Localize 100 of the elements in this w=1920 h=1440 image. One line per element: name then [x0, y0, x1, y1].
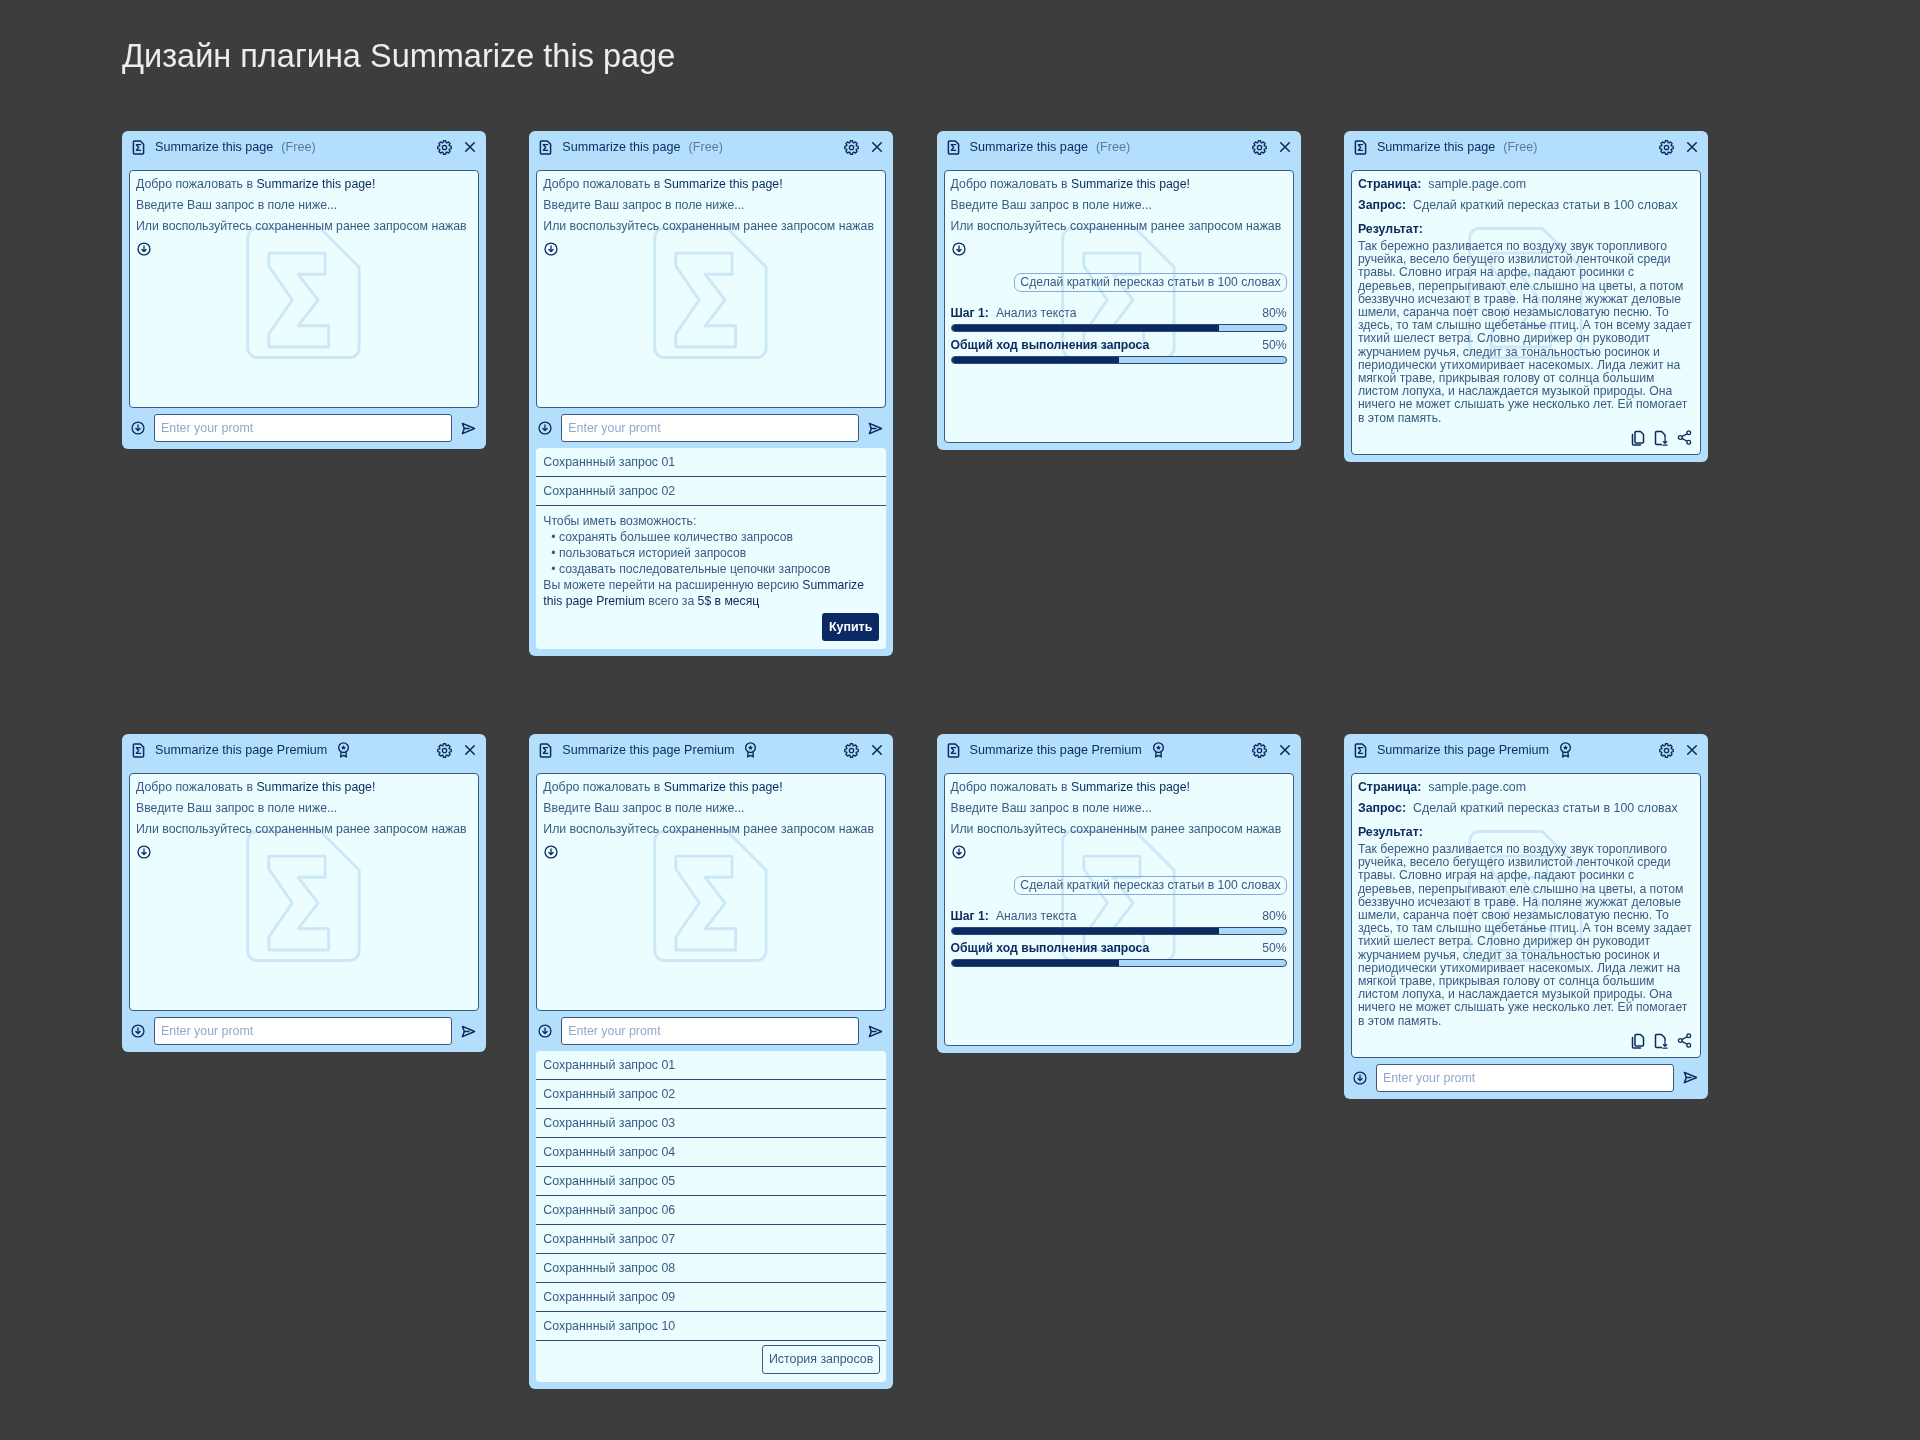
progress-reading: 50% — [1262, 337, 1287, 353]
arrow-down-circle-icon — [951, 845, 966, 859]
promo-intro: Чтобы иметь возможность: — [543, 513, 698, 529]
saved-request-item[interactable]: Сохраннный запрос 02 — [536, 477, 887, 506]
sent-request: Сделай краткий пересказ статьи в 100 словах — [1014, 273, 1287, 292]
close-icon[interactable] — [1278, 141, 1291, 153]
welcome-text: Введите Ваш запрос в поле ниже... — [543, 197, 746, 214]
share-icon[interactable] — [1676, 1032, 1692, 1048]
saved-request-item[interactable]: Сохраннный запрос 09 — [536, 1283, 887, 1312]
close-icon[interactable] — [871, 744, 884, 756]
close-icon[interactable] — [464, 744, 476, 756]
progress-reading: 80% — [1262, 305, 1287, 321]
welcome-text: Добро пожаловать в Summarize this page! — [950, 176, 1191, 193]
close-icon[interactable] — [464, 141, 476, 153]
welcome-text: Введите Ваш запрос в поле ниже... — [950, 197, 1153, 214]
sigma-document-icon — [946, 742, 960, 758]
arrow-down-circle-icon[interactable] — [538, 1024, 553, 1038]
file-download-icon[interactable] — [1653, 1032, 1668, 1049]
send-icon[interactable] — [868, 1024, 884, 1038]
prompt-input[interactable]: Enter your promt — [154, 1017, 452, 1045]
arrow-down-circle-icon — [544, 242, 559, 256]
send-icon[interactable] — [1682, 1071, 1698, 1085]
welcome-text: Введите Ваш запрос в поле ниже... — [136, 800, 339, 817]
file-download-icon[interactable] — [1653, 429, 1668, 446]
step-label: Шаг 1: — [950, 908, 989, 924]
result-text: Так бережно разливается по воздуху звук торопливого ручейка, весело бегущего извилистой ленточкой среди травы. Словно играя на арфе, падают росинки с деревьев, перепрыгивают еле слышно на цветы, а потом беззвучно исчезают в траве. На поляне жужжат деловые шмели, саранча поет свою незамысловатую песню. То здесь, то там слышно щебетанье птиц. А тон всему задает тихий шелест ветра. Словно дирижер он руководит журчанием ручья, следит за тональностью росинок и периодически утихомиривает насекомых. Лида лежит на мягкой траве, прикрывая голову от солнца большим листом лопуха, и наслаждается музыкой природы. Она ничего не может слышать уже несколько лет. Ей помогает в этом память. — [1357, 240, 1693, 425]
arrow-down-circle-icon[interactable] — [131, 1024, 145, 1038]
welcome-text: Добро пожаловать в Summarize this page! — [543, 779, 784, 796]
result-label: Результат: — [1357, 824, 1423, 841]
sigma-document-icon — [132, 742, 145, 758]
field-value: Сделай краткий пересказ статьи в 100 словах — [1413, 197, 1678, 214]
saved-request-item[interactable]: Сохраннный запрос 03 — [536, 1109, 887, 1138]
panel-title: Summarize this page — [562, 138, 681, 156]
arrow-down-circle-icon[interactable] — [1352, 1070, 1367, 1085]
prompt-input[interactable]: Enter your promt — [1375, 1063, 1674, 1092]
send-icon[interactable] — [461, 421, 476, 435]
settings-icon[interactable] — [844, 742, 860, 758]
welcome-text: Или воспользуйтесь сохраненным ранее запросом нажав — [136, 821, 468, 838]
buy-button[interactable]: Купить — [822, 613, 880, 641]
share-icon[interactable] — [1676, 429, 1692, 445]
sent-request: Сделай краткий пересказ статьи в 100 словах — [1014, 876, 1287, 895]
close-icon[interactable] — [1278, 744, 1291, 756]
plan-label: (Free) — [1095, 138, 1131, 156]
step-label: Шаг 1: — [950, 305, 989, 321]
settings-icon[interactable] — [1251, 742, 1267, 758]
copy-icon[interactable] — [1630, 1032, 1645, 1049]
prompt-input[interactable]: Enter your promt — [154, 414, 452, 442]
plan-label: (Free) — [281, 138, 316, 156]
panel-title: Summarize this page — [155, 138, 274, 156]
sigma-document-icon — [946, 139, 960, 155]
field-label: Страница: — [1357, 779, 1422, 796]
arrow-down-circle-icon[interactable] — [538, 421, 553, 435]
settings-icon[interactable] — [437, 742, 452, 758]
settings-icon[interactable] — [1251, 139, 1267, 155]
panel-title: Summarize this page Premium — [969, 741, 1142, 759]
field-label: Запрос: — [1357, 197, 1407, 214]
saved-request-item[interactable]: Сохраннный запрос 02 — [536, 1080, 887, 1109]
welcome-text: Введите Ваш запрос в поле ниже... — [136, 197, 339, 214]
welcome-text: Или воспользуйтесь сохраненным ранее запросом нажав — [543, 821, 875, 838]
welcome-text: Введите Ваш запрос в поле ниже... — [950, 800, 1153, 817]
welcome-text: Добро пожаловать в Summarize this page! — [950, 779, 1191, 796]
arrow-down-circle-icon[interactable] — [131, 421, 145, 435]
saved-request-item[interactable]: Сохраннный запрос 07 — [536, 1225, 887, 1254]
prompt-input[interactable]: Enter your promt — [561, 1017, 860, 1045]
saved-request-item[interactable]: Сохраннный запрос 08 — [536, 1254, 887, 1283]
history-button[interactable]: История запросов — [761, 1345, 881, 1374]
step-text: Анализ текста — [995, 305, 1077, 321]
welcome-text: Или воспользуйтесь сохраненным ранее запросом нажав — [136, 218, 468, 235]
welcome-text: Или воспользуйтесь сохраненным ранее запросом нажав — [950, 821, 1283, 838]
promo-offer: Вы можете перейти на расширенную версию Summarize this page Premium всего за 5$ в месяц — [543, 577, 865, 609]
promo-bullet: • пользоваться историей запросов — [550, 545, 748, 561]
welcome-text: Введите Ваш запрос в поле ниже... — [543, 800, 746, 817]
saved-request-item[interactable]: Сохраннный запрос 01 — [536, 448, 887, 477]
settings-icon[interactable] — [437, 139, 452, 155]
settings-icon[interactable] — [844, 139, 860, 155]
close-icon[interactable] — [1685, 141, 1698, 153]
prompt-input[interactable]: Enter your promt — [561, 414, 860, 442]
send-icon[interactable] — [868, 421, 884, 435]
send-icon[interactable] — [461, 1024, 476, 1038]
progress-reading: 50% — [1262, 940, 1287, 956]
step-label: Общий ход выполнения запроса — [950, 337, 1150, 353]
saved-request-item[interactable]: Сохраннный запрос 10 — [536, 1312, 887, 1341]
progress-reading: 80% — [1262, 908, 1287, 924]
field-value: sample.page.com — [1428, 176, 1527, 193]
panel-title: Summarize this page Premium — [1376, 741, 1550, 759]
sigma-document-icon — [539, 139, 553, 155]
saved-request-item[interactable]: Сохраннный запрос 01 — [536, 1051, 887, 1080]
result-label: Результат: — [1357, 221, 1423, 238]
saved-request-item[interactable]: Сохраннный запрос 05 — [536, 1167, 887, 1196]
plan-label: (Free) — [688, 138, 723, 156]
settings-icon[interactable] — [1658, 742, 1674, 758]
panel-title: Summarize this page — [969, 138, 1088, 156]
arrow-down-circle-icon — [544, 845, 559, 859]
saved-request-item[interactable]: Сохраннный запрос 06 — [536, 1196, 887, 1225]
close-icon[interactable] — [871, 141, 884, 153]
close-icon[interactable] — [1685, 744, 1698, 756]
saved-request-item[interactable]: Сохраннный запрос 04 — [536, 1138, 887, 1167]
step-text: Анализ текста — [995, 908, 1077, 924]
settings-icon[interactable] — [1658, 139, 1674, 155]
copy-icon[interactable] — [1630, 429, 1645, 446]
